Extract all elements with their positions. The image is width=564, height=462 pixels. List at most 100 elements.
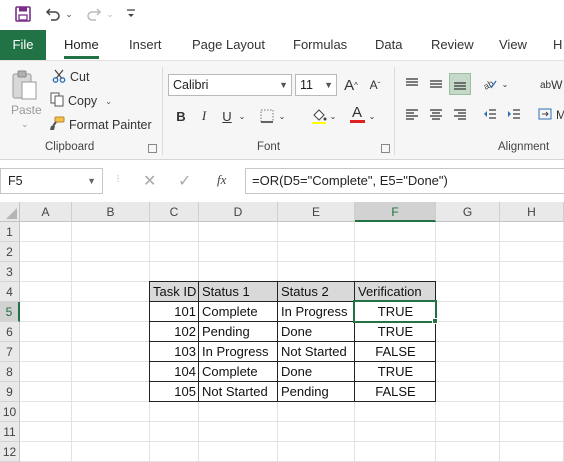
orientation-dropdown-icon[interactable]: ⌄: [499, 73, 511, 95]
column-header-a[interactable]: A: [20, 202, 72, 222]
column-header-g[interactable]: G: [436, 202, 500, 222]
tab-help[interactable]: H: [553, 30, 562, 60]
undo-icon[interactable]: [43, 5, 63, 23]
cell-c9[interactable]: 105: [150, 382, 199, 402]
cell-e8[interactable]: Done: [278, 362, 355, 382]
row-header-7[interactable]: 7: [0, 342, 20, 362]
font-size-combo[interactable]: 11 ▼: [295, 74, 337, 96]
wrap-text-button[interactable]: ab W: [540, 75, 562, 95]
column-header-d[interactable]: D: [199, 202, 278, 222]
copy-dropdown-icon[interactable]: ⌄: [105, 97, 112, 106]
paste-button[interactable]: Paste ⌄: [8, 67, 42, 133]
borders-icon[interactable]: [256, 105, 278, 127]
cell-e9[interactable]: Pending: [278, 382, 355, 402]
cut-button[interactable]: Cut: [52, 67, 89, 87]
italic-button[interactable]: I: [193, 105, 215, 127]
decrease-font-size-icon[interactable]: Aˇ: [364, 74, 386, 96]
underline-dropdown-icon[interactable]: ⌄: [236, 105, 248, 127]
column-header-h[interactable]: H: [500, 202, 564, 222]
cell-f8[interactable]: TRUE: [355, 362, 436, 382]
font-launcher-icon[interactable]: [381, 144, 390, 153]
formula-bar: F5 ▼ ⋮ ✕ ✓ fx =OR(D5="Complete", E5="Don…: [0, 166, 564, 196]
save-icon[interactable]: [12, 5, 34, 23]
clipboard-launcher-icon[interactable]: [148, 144, 157, 153]
row-header-3[interactable]: 3: [0, 262, 20, 282]
cell-c5[interactable]: 101: [150, 302, 199, 322]
header-cell-e[interactable]: Status 2: [278, 282, 355, 302]
align-bottom-icon[interactable]: [449, 73, 471, 95]
font-color-icon[interactable]: A: [346, 103, 368, 125]
insert-function-icon[interactable]: fx: [217, 172, 226, 188]
row-header-5[interactable]: 5: [0, 302, 20, 322]
row-header-2[interactable]: 2: [0, 242, 20, 262]
cell-f9[interactable]: FALSE: [355, 382, 436, 402]
enter-icon[interactable]: ✓: [178, 171, 191, 191]
cell-e6[interactable]: Done: [278, 322, 355, 342]
column-header-b[interactable]: B: [72, 202, 150, 222]
tab-review[interactable]: Review: [431, 30, 474, 60]
font-name-combo[interactable]: Calibri ▼: [168, 74, 292, 96]
decrease-indent-icon[interactable]: [479, 103, 501, 125]
fill-color-dropdown-icon[interactable]: ⌄: [327, 105, 339, 127]
align-top-icon[interactable]: [401, 73, 423, 95]
cell-d9[interactable]: Not Started: [199, 382, 278, 402]
row-header-9[interactable]: 9: [0, 382, 20, 402]
tab-view[interactable]: View: [499, 30, 527, 60]
cancel-icon[interactable]: ✕: [143, 171, 156, 191]
format-painter-button[interactable]: Format Painter: [50, 115, 152, 135]
tab-page-layout[interactable]: Page Layout: [192, 30, 265, 60]
cell-e7[interactable]: Not Started: [278, 342, 355, 362]
merge-icon: [538, 107, 552, 124]
merge-center-button[interactable]: M: [538, 105, 564, 125]
row-header-11[interactable]: 11: [0, 422, 20, 442]
cell-d7[interactable]: In Progress: [199, 342, 278, 362]
align-right-icon[interactable]: [449, 103, 471, 125]
row-header-12[interactable]: 12: [0, 442, 20, 462]
align-middle-icon[interactable]: [425, 73, 447, 95]
cell-f6[interactable]: TRUE: [355, 322, 436, 342]
name-box[interactable]: F5 ▼: [0, 168, 103, 194]
formula-input[interactable]: =OR(D5="Complete", E5="Done"): [245, 168, 564, 194]
tab-insert[interactable]: Insert: [129, 30, 162, 60]
fill-handle[interactable]: [432, 318, 438, 324]
row-header-8[interactable]: 8: [0, 362, 20, 382]
row-header-1[interactable]: 1: [0, 222, 20, 242]
row-header-10[interactable]: 10: [0, 402, 20, 422]
copy-button[interactable]: Copy ⌄: [50, 91, 112, 111]
header-cell-d[interactable]: Status 1: [199, 282, 278, 302]
cell-d5[interactable]: Complete: [199, 302, 278, 322]
font-color-dropdown-icon[interactable]: ⌄: [366, 105, 378, 127]
redo-dropdown-icon[interactable]: ⌄: [105, 5, 115, 23]
cell-c8[interactable]: 104: [150, 362, 199, 382]
tab-data[interactable]: Data: [375, 30, 402, 60]
align-left-icon[interactable]: [401, 103, 423, 125]
redo-icon[interactable]: [84, 5, 104, 23]
bold-button[interactable]: B: [170, 105, 192, 127]
customize-icon[interactable]: [124, 5, 138, 23]
cell-f7[interactable]: FALSE: [355, 342, 436, 362]
cell-d8[interactable]: Complete: [199, 362, 278, 382]
borders-dropdown-icon[interactable]: ⌄: [276, 105, 288, 127]
paintbrush-icon: [50, 116, 65, 134]
header-cell-c[interactable]: Task ID: [150, 282, 199, 302]
tab-home[interactable]: Home: [64, 30, 99, 60]
underline-button[interactable]: U: [216, 105, 238, 127]
tab-file[interactable]: File: [0, 30, 46, 60]
cell-d6[interactable]: Pending: [199, 322, 278, 342]
cell-c6[interactable]: 102: [150, 322, 199, 342]
increase-indent-icon[interactable]: [503, 103, 525, 125]
undo-dropdown-icon[interactable]: ⌄: [64, 5, 74, 23]
cell-e5[interactable]: In Progress: [278, 302, 355, 322]
increase-font-size-icon[interactable]: A ^: [340, 74, 362, 96]
row-header-4[interactable]: 4: [0, 282, 20, 302]
column-header-f[interactable]: F: [355, 202, 436, 222]
align-center-icon[interactable]: [425, 103, 447, 125]
header-cell-f[interactable]: Verification: [355, 282, 436, 302]
row-header-6[interactable]: 6: [0, 322, 20, 342]
column-header-c[interactable]: C: [150, 202, 199, 222]
orientation-icon[interactable]: ab: [479, 73, 501, 95]
cell-c7[interactable]: 103: [150, 342, 199, 362]
tab-formulas[interactable]: Formulas: [293, 30, 347, 60]
select-all-button[interactable]: [0, 202, 20, 222]
column-header-e[interactable]: E: [278, 202, 355, 222]
